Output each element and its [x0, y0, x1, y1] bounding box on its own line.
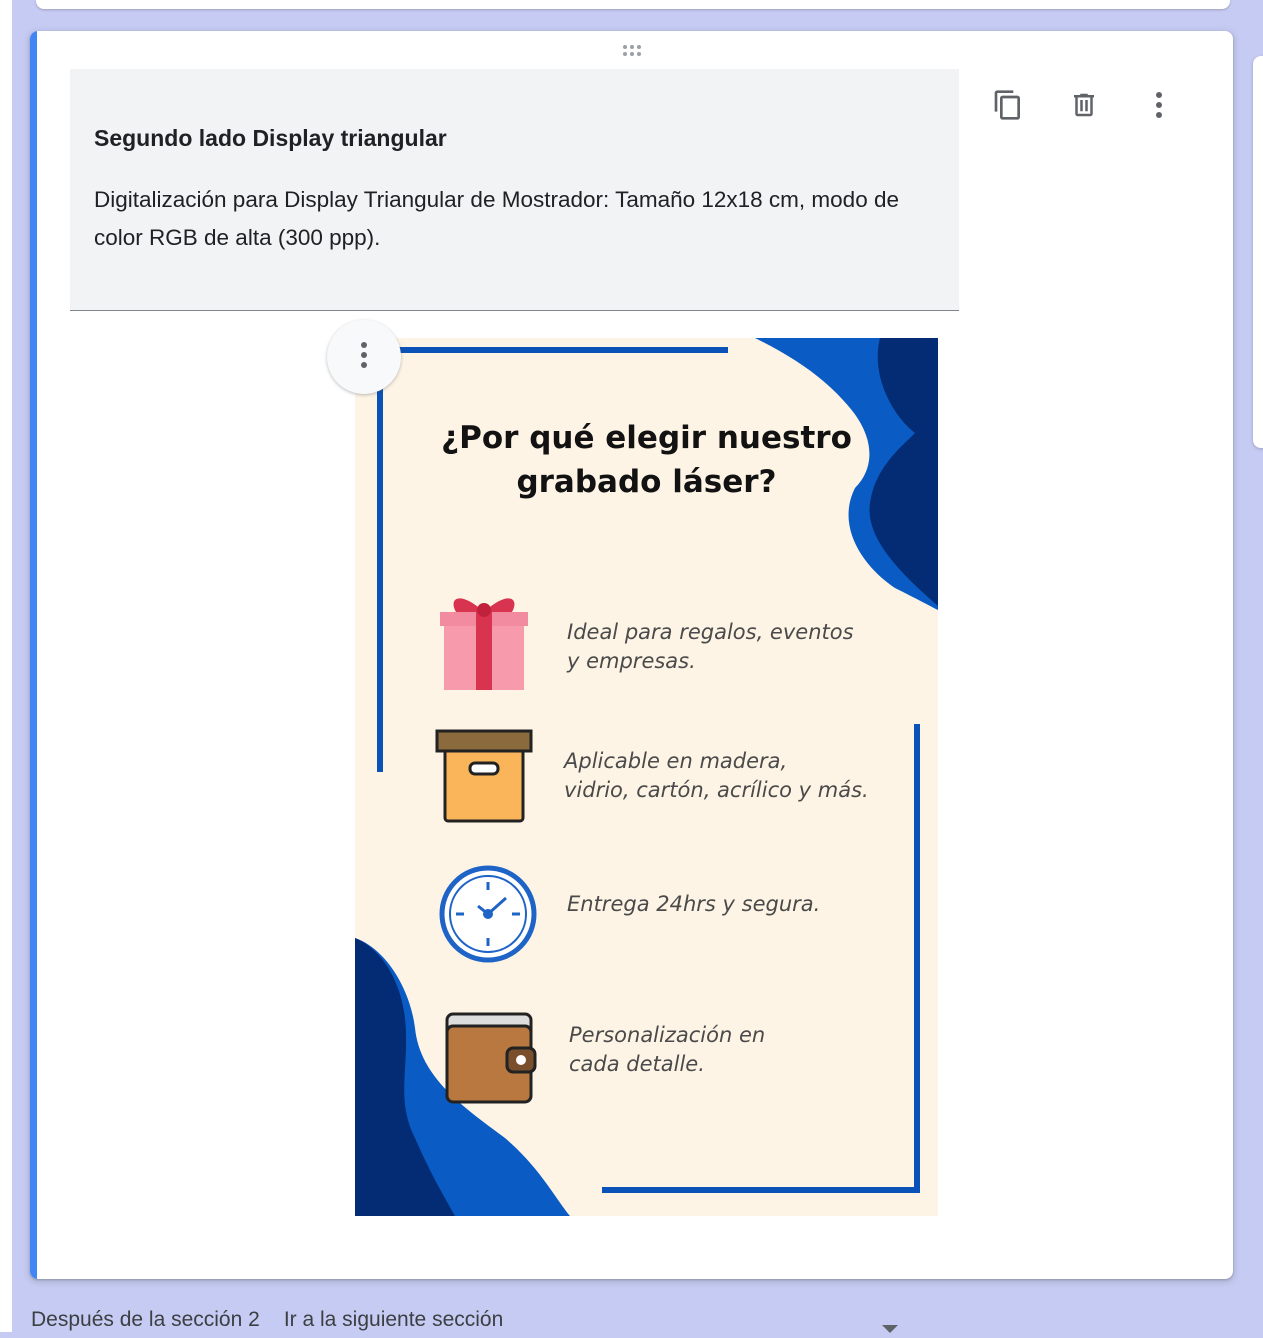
after-section-label: Después de la sección 2 [31, 1308, 260, 1331]
feature-text: vidrio, cartón, acrílico y más. [564, 778, 869, 802]
previous-card-edge [36, 0, 1230, 9]
trash-icon [1069, 89, 1099, 126]
feature-item: Entrega 24hrs y segura. [567, 890, 820, 919]
feature-item: Aplicable en madera, vidrio, cartón, acr… [564, 747, 869, 805]
next-section-select[interactable]: Ir a la siguiente sección [284, 1308, 503, 1332]
delete-button[interactable] [1064, 87, 1104, 127]
section-header-field[interactable]: Segundo lado Display triangular Digitali… [70, 69, 959, 311]
clock-icon [439, 865, 537, 963]
section-description[interactable]: Digitalización para Display Triangular d… [94, 181, 934, 257]
feature-text: Personalización en [569, 1023, 766, 1047]
section-card: Segundo lado Display triangular Digitali… [30, 31, 1233, 1279]
box-icon [435, 729, 533, 823]
feature-text: cada detalle. [569, 1052, 705, 1076]
dropdown-arrow-icon[interactable] [882, 1320, 898, 1338]
window-edge [0, 0, 12, 1332]
section-navigation: Después de la sección 2 Ir a la siguient… [31, 1308, 503, 1332]
section-title[interactable]: Segundo lado Display triangular [94, 125, 447, 152]
gift-icon [440, 598, 528, 690]
image-options-button[interactable] [327, 320, 401, 394]
poster-title: ¿Por qué elegir nuestro grabado láser? [365, 416, 928, 504]
active-card-accent [30, 31, 37, 1279]
feature-text: Entrega 24hrs y segura. [567, 892, 821, 916]
feature-item: Ideal para regalos, eventos y empresas. [567, 618, 854, 676]
more-vert-icon [1155, 90, 1163, 125]
more-vert-icon [360, 341, 368, 374]
poster-title-line2: grabado láser? [516, 464, 777, 500]
feature-item: Personalización en cada detalle. [569, 1021, 765, 1079]
more-options-button[interactable] [1139, 87, 1179, 127]
copy-icon [992, 89, 1024, 126]
floating-side-toolbar[interactable] [1253, 56, 1263, 448]
feature-text: y empresas. [567, 649, 696, 673]
section-image[interactable]: ¿Por qué elegir nuestro grabado láser? I… [355, 338, 938, 1216]
duplicate-button[interactable] [988, 87, 1028, 127]
poster-title-line1: ¿Por qué elegir nuestro [441, 420, 852, 456]
feature-text: Ideal para regalos, eventos [567, 620, 854, 644]
feature-text: Aplicable en madera, [564, 749, 788, 773]
drag-handle-icon[interactable] [621, 44, 647, 58]
wallet-icon [445, 1012, 537, 1104]
